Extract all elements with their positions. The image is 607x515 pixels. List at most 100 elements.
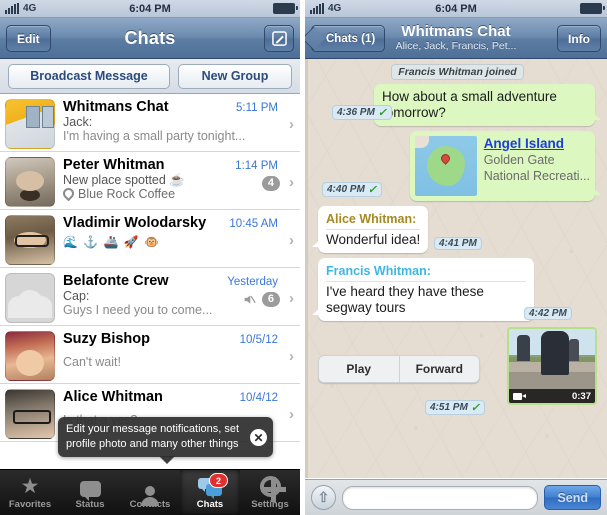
compose-glyph: [271, 31, 287, 46]
attach-up-icon[interactable]: ⇧: [311, 485, 336, 510]
message-timestamp: 4:40 PM ✓: [322, 182, 383, 197]
avatar: [5, 331, 55, 381]
new-group-button[interactable]: New Group: [178, 63, 292, 89]
edit-button[interactable]: Edit: [6, 25, 51, 52]
chat-name: Vladimir Wolodarsky: [63, 215, 207, 231]
message-sender: Alice Whitman:: [326, 211, 421, 230]
chevron-right-icon: ›: [289, 116, 294, 133]
location-pin-icon: [63, 187, 77, 201]
message-timestamp: 4:42 PM: [524, 307, 572, 320]
onboarding-tooltip: Edit your message notifications, set pro…: [58, 417, 273, 464]
location-sub2: National Recreati...: [483, 169, 590, 183]
chat-timestamp: 10/5/12: [239, 334, 278, 346]
chat-name: Whitmans Chat: [63, 99, 169, 115]
message-row[interactable]: Angel Island Golden Gate National Recrea…: [314, 131, 602, 201]
delivered-check-icon: ✓: [377, 107, 388, 119]
unread-badge: 6: [261, 292, 280, 307]
system-message: Francis Whitman joined: [391, 64, 524, 80]
tab-bar: ★ Favorites Status Contacts 2 Chats: [0, 469, 300, 515]
unread-badge: 4: [261, 176, 280, 191]
forward-button[interactable]: Forward: [398, 356, 480, 382]
page-title: Chats: [124, 27, 176, 48]
tab-status[interactable]: Status: [60, 470, 120, 515]
list-item[interactable]: Vladimir Wolodarsky 10:45 AM 🌊 ⚓ 🚢 🚀 🐵 ›: [0, 210, 300, 268]
chevron-right-icon: ›: [289, 348, 294, 365]
message-text: How about a small adventure tomorrow?: [382, 89, 557, 120]
message-input-wrap[interactable]: [342, 485, 539, 510]
delivered-check-icon: ✓: [470, 402, 481, 414]
location-sub1: Golden Gate: [483, 153, 555, 167]
time-label: 4:42 PM: [529, 308, 567, 319]
location-title[interactable]: Angel Island: [484, 136, 590, 152]
message-row[interactable]: Francis Whitman: I've heard they have th…: [312, 258, 601, 321]
message-row[interactable]: How about a small adventure tomorrow? 4:…: [314, 84, 601, 126]
back-to-chats-button[interactable]: Chats (1): [311, 25, 386, 52]
chat-sender: New place spotted ☕: [63, 173, 185, 187]
tab-chats[interactable]: 2 Chats: [180, 470, 240, 515]
clock-label: 6:04 PM: [435, 2, 477, 15]
compose-icon[interactable]: [264, 25, 294, 52]
chat-timestamp: Yesterday: [227, 276, 278, 288]
send-button[interactable]: Send: [544, 485, 601, 510]
chevron-right-icon: ›: [289, 290, 294, 307]
tooltip-line-1: Edit your message notifications, set: [66, 423, 240, 435]
chat-timestamp: 1:14 PM: [235, 160, 278, 172]
chats-icon: 2: [198, 473, 228, 499]
tooltip-line-2: profile photo and many other things: [66, 438, 239, 450]
conversation-title-block: Whitmans Chat Alice, Jack, Francis, Pet.…: [396, 24, 517, 52]
person-icon: [141, 475, 159, 506]
tab-label: Chats: [196, 499, 224, 510]
chat-preview: 🌊 ⚓ 🚢 🚀 🐵: [63, 235, 161, 249]
chat-name: Suzy Bishop: [63, 331, 151, 347]
media-action-bar[interactable]: Play Forward: [318, 355, 480, 383]
mute-glyph: [244, 295, 256, 304]
tab-settings[interactable]: Settings: [240, 470, 300, 515]
time-label: 4:41 PM: [439, 238, 477, 249]
chat-sender: Cap:: [63, 289, 90, 303]
video-duration: 0:37: [571, 390, 591, 402]
speech-bubble-icon: [79, 475, 101, 501]
message-row[interactable]: Alice Whitman: Wonderful idea! 4:41 PM: [311, 206, 601, 253]
broadcast-action-bar: Broadcast Message New Group: [0, 59, 300, 94]
list-item[interactable]: Belafonte Crew Yesterday Cap: Guys I nee…: [0, 268, 300, 326]
avatar: [5, 273, 55, 323]
info-button[interactable]: Info: [557, 25, 601, 52]
list-item[interactable]: Peter Whitman 1:14 PM New place spotted …: [0, 152, 300, 210]
dual-phone-screens: 4G 6:04 PM Edit Chats Broadcast Message …: [0, 0, 607, 515]
video-info-bar: 0:37: [509, 389, 595, 403]
conversation-title: Whitmans Chat: [401, 23, 511, 41]
time-label: 4:36 PM: [337, 107, 375, 118]
play-button[interactable]: Play: [319, 356, 399, 382]
tab-label: Status: [75, 499, 105, 510]
message-timestamp: 4:41 PM: [434, 237, 482, 250]
chat-timestamp: 5:11 PM: [236, 102, 278, 114]
chat-list[interactable]: Whitmans Chat 5:11 PM Jack: I'm having a…: [0, 94, 300, 469]
message-list: Francis Whitman joined How about a small…: [308, 59, 607, 478]
close-icon[interactable]: ✕: [250, 429, 267, 446]
delivered-check-icon: ✓: [367, 184, 378, 196]
location-bubble[interactable]: Angel Island Golden Gate National Recrea…: [409, 131, 602, 201]
message-input[interactable]: [343, 486, 538, 509]
incoming-bubble: Francis Whitman: I've heard they have th…: [312, 258, 534, 321]
message-timestamp: 4:36 PM ✓: [332, 105, 393, 120]
video-thumbnail[interactable]: 0:37: [507, 327, 597, 405]
avatar: [5, 389, 55, 439]
mute-icon: [243, 293, 256, 306]
message-composer: ⇧ Send: [305, 479, 607, 515]
conversation-participants: Alice, Jack, Francis, Pet...: [395, 40, 517, 53]
tab-unread-badge: 2: [209, 473, 228, 488]
status-bar-right: 4G 6:04 PM: [305, 0, 607, 18]
nav-bar-right: Chats (1) Whitmans Chat Alice, Jack, Fra…: [305, 18, 607, 59]
nav-bar-left: Edit Chats: [0, 18, 300, 59]
chat-preview: Guys I need you to come...: [63, 303, 213, 317]
list-item[interactable]: Suzy Bishop 10/5/12 Can't wait! ›: [0, 326, 300, 384]
tab-contacts[interactable]: Contacts: [120, 470, 180, 515]
conversation-pane[interactable]: Francis Whitman joined How about a small…: [305, 59, 607, 478]
broadcast-message-button[interactable]: Broadcast Message: [8, 63, 170, 89]
map-thumbnail[interactable]: [414, 136, 477, 196]
gear-icon: [259, 475, 286, 502]
tab-favorites[interactable]: ★ Favorites: [0, 470, 60, 515]
message-text: I've heard they have these segway tours: [326, 284, 484, 315]
list-item[interactable]: Whitmans Chat 5:11 PM Jack: I'm having a…: [0, 94, 300, 152]
chat-name: Alice Whitman: [63, 389, 163, 405]
